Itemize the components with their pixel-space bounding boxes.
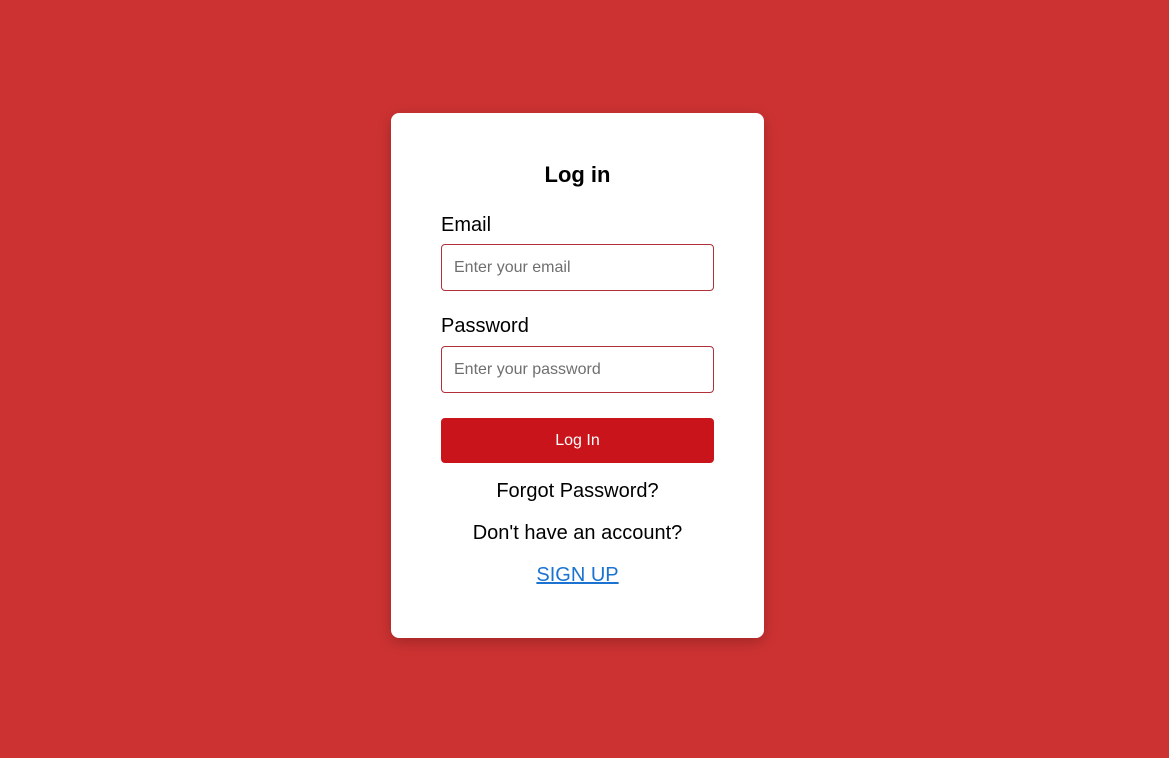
forgot-password-link[interactable]: Forgot Password? <box>391 480 764 503</box>
page-title: Log in <box>544 162 611 187</box>
password-field[interactable] <box>441 346 714 393</box>
email-field[interactable] <box>441 244 714 291</box>
no-account-text: Don't have an account? <box>472 522 683 544</box>
signup-link[interactable]: SIGN UP <box>536 564 618 586</box>
login-card: Log in Email Password Log In Forgot Pass… <box>391 113 764 638</box>
login-button[interactable]: Log In <box>441 418 714 463</box>
signup-container: SIGN UP <box>391 564 764 587</box>
email-label: Email <box>441 214 492 236</box>
password-label: Password <box>441 315 529 337</box>
